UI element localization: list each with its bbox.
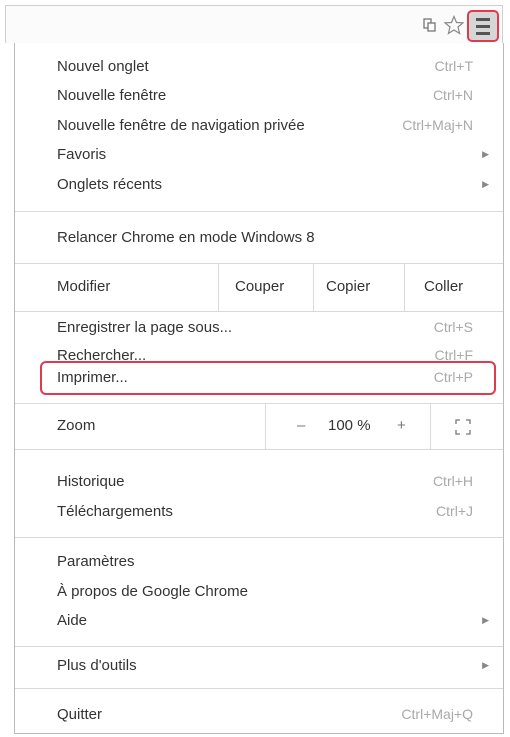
menu-item-downloads[interactable]: Téléchargements Ctrl+J (15, 497, 503, 526)
edit-divider (313, 264, 314, 311)
menu-item-label: Enregistrer la page sous... (57, 319, 233, 336)
menu-item-shortcut: Ctrl+J (436, 503, 473, 519)
menu-item-label: Relancer Chrome en mode Windows 8 (57, 229, 315, 246)
cut-button[interactable]: Couper (235, 278, 284, 295)
menu-hamburger-icon[interactable] (467, 10, 499, 42)
zoom-level: 100 % (328, 417, 371, 434)
edit-divider (404, 264, 405, 311)
menu-item-about-chrome[interactable]: À propos de Google Chrome (15, 577, 503, 606)
copy-button[interactable]: Copier (326, 278, 370, 295)
bookmark-page-icon[interactable] (422, 17, 438, 38)
menu-item-new-incognito-window[interactable]: Nouvelle fenêtre de navigation privée Ct… (15, 111, 503, 140)
zoom-divider (430, 404, 431, 449)
menu-item-help[interactable]: Aide ▶ (15, 606, 503, 635)
menu-item-shortcut: Ctrl+H (432, 473, 473, 489)
menu-item-shortcut: Ctrl+N (432, 87, 473, 103)
paste-button[interactable]: Coller (424, 278, 463, 295)
menu-item-label: Aide (57, 612, 88, 629)
submenu-arrow-icon: ▶ (482, 149, 489, 159)
submenu-arrow-icon: ▶ (482, 179, 489, 189)
menu-item-label: À propos de Google Chrome (57, 583, 248, 600)
menu-divider (15, 688, 503, 689)
menu-item-new-window[interactable]: Nouvelle fenêtre Ctrl+N (15, 81, 503, 110)
zoom-row: Zoom – 100 % + (15, 404, 503, 449)
menu-item-relaunch-windows8[interactable]: Relancer Chrome en mode Windows 8 (15, 223, 503, 252)
menu-item-label: Nouvelle fenêtre de navigation privée (57, 117, 305, 134)
menu-item-label: Nouvel onglet (57, 58, 149, 75)
menu-divider (15, 311, 503, 312)
browser-toolbar (5, 5, 503, 43)
menu-item-shortcut: Ctrl+S (433, 319, 473, 335)
menu-item-bookmarks[interactable]: Favoris ▶ (15, 140, 503, 169)
submenu-arrow-icon: ▶ (482, 615, 489, 625)
menu-item-label: Favoris (57, 146, 107, 163)
edit-divider (218, 264, 219, 311)
menu-item-label: Quitter (57, 706, 103, 723)
zoom-label: Zoom (57, 417, 96, 434)
menu-divider (15, 449, 503, 450)
menu-item-label: Historique (57, 473, 125, 490)
menu-item-label: Onglets récents (57, 176, 163, 193)
menu-item-shortcut: Ctrl+T (434, 58, 474, 74)
menu-item-label: Téléchargements (57, 503, 173, 520)
menu-divider (15, 537, 503, 538)
submenu-arrow-icon: ▶ (482, 660, 489, 670)
menu-item-settings[interactable]: Paramètres (15, 547, 503, 576)
menu-item-history[interactable]: Historique Ctrl+H (15, 467, 503, 496)
fullscreen-icon[interactable] (455, 419, 471, 440)
menu-item-label: Plus d'outils (57, 657, 137, 674)
zoom-in-button[interactable]: + (397, 417, 406, 434)
menu-item-shortcut: Ctrl+Maj+N (402, 117, 473, 133)
print-highlight-box (40, 361, 496, 395)
menu-item-recent-tabs[interactable]: Onglets récents ▶ (15, 170, 503, 199)
edit-label: Modifier (57, 278, 111, 295)
menu-item-label: Paramètres (57, 553, 135, 570)
menu-divider (15, 646, 503, 647)
menu-item-label: Nouvelle fenêtre (57, 87, 167, 104)
zoom-divider (265, 404, 266, 449)
menu-item-shortcut: Ctrl+Maj+Q (401, 706, 473, 722)
menu-item-more-tools[interactable]: Plus d'outils ▶ (15, 651, 503, 680)
star-icon[interactable] (443, 14, 465, 40)
menu-divider (15, 211, 503, 212)
zoom-out-button[interactable]: – (297, 417, 305, 434)
chrome-menu: Nouvel onglet Ctrl+T Nouvelle fenêtre Ct… (14, 43, 504, 734)
edit-row: Modifier Couper Copier Coller (15, 264, 503, 311)
menu-item-save-page-as[interactable]: Enregistrer la page sous... Ctrl+S (15, 313, 503, 342)
menu-item-new-tab[interactable]: Nouvel onglet Ctrl+T (15, 52, 503, 81)
menu-item-quit[interactable]: Quitter Ctrl+Maj+Q (15, 700, 503, 729)
